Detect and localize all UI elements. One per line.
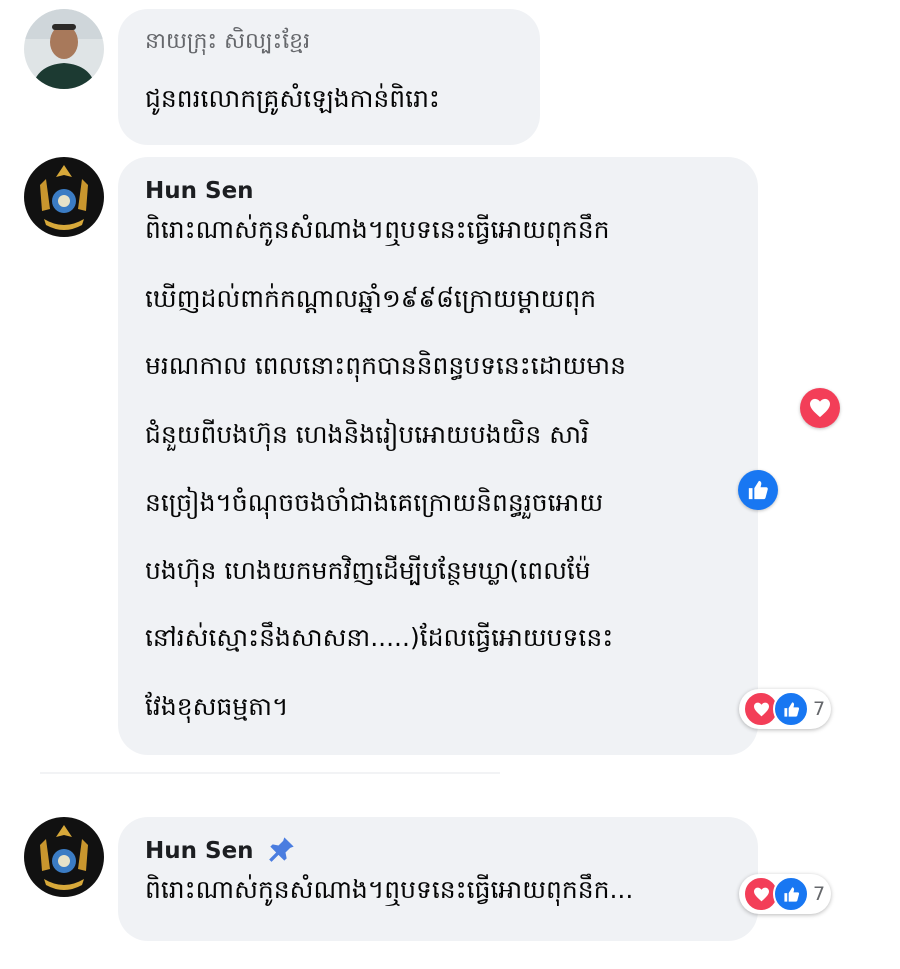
comment-line: នច្រៀង។ចំណុចចងចាំជាងគេក្រោយនិពន្ធរួចអោយ [145,488,604,517]
pin-icon [268,835,296,867]
comment-bubble: នាយក្រុះ សិល្បះខ្មែរ ជូនពរលោកគ្រូសំឡេងកា… [118,9,540,145]
comment-line: មរណកាល ពេលនោះពុកបាននិពន្ធបទនេះដោយមាន [145,351,626,380]
comment-line: បងហ៊ុន ហេងយកមកវិញដើម្បីបន្ថែមឃ្លា(ពេលម៉ែ [145,556,591,585]
page-avatar[interactable] [24,817,104,897]
comment-line: ពិរោះណាស់កូនសំណាង។ឮបទនេះធ្វើអោយពុកនឹក [145,215,610,244]
comment-author[interactable]: Hun Sen [145,178,254,204]
comment-line: ឃើញដល់ពាក់កណ្តាលឆ្នាំ១៩៩៨ក្រោយម្តាយពុក [145,284,597,313]
reaction-summary[interactable]: 7 [739,689,832,729]
comment-author[interactable]: នាយក្រុះ សិល្បះខ្មែរ [145,27,310,59]
user-avatar[interactable] [24,9,104,89]
comment-text: ជូនពរលោកគ្រូសំឡេងកាន់ពិរោះ [145,84,440,113]
comment-bubble: Hun Sen ពិរោះណាស់កូនសំណាង។ឮបទនេះធ្វើអោយព… [118,817,758,941]
like-icon [773,876,809,912]
like-icon [773,691,809,727]
comment-text[interactable]: ពិរោះណាស់កូនសំណាង។ឮបទនេះធ្វើអោយពុកនឹក... [145,875,633,911]
divider [40,772,500,774]
comment-line: ជំនួយពីបងហ៊ុន ហេងនិងរៀបអោយបងយិន សារិ [145,420,589,449]
reaction-count: 7 [813,698,826,720]
love-icon[interactable] [800,388,840,428]
comment-thread: នាយក្រុះ សិល្បះខ្មែរ ជូនពរលោកគ្រូសំឡេងកា… [0,0,900,969]
comment-bubble: Hun Sen ពិរោះណាស់កូនសំណាង។ឮបទនេះធ្វើអោយព… [118,157,758,755]
like-icon[interactable] [738,470,778,510]
comment-line: នៅរស់ស្មោះនឹងសាសនា.....)ដែលធ្វើអោយបទនេះ [145,623,614,652]
comment-author[interactable]: Hun Sen [145,838,254,864]
reaction-count: 7 [813,883,826,905]
reaction-summary[interactable]: 7 [739,874,832,914]
page-avatar[interactable] [24,157,104,237]
comment-line: វែងខុសធម្មតា។ [145,692,289,721]
